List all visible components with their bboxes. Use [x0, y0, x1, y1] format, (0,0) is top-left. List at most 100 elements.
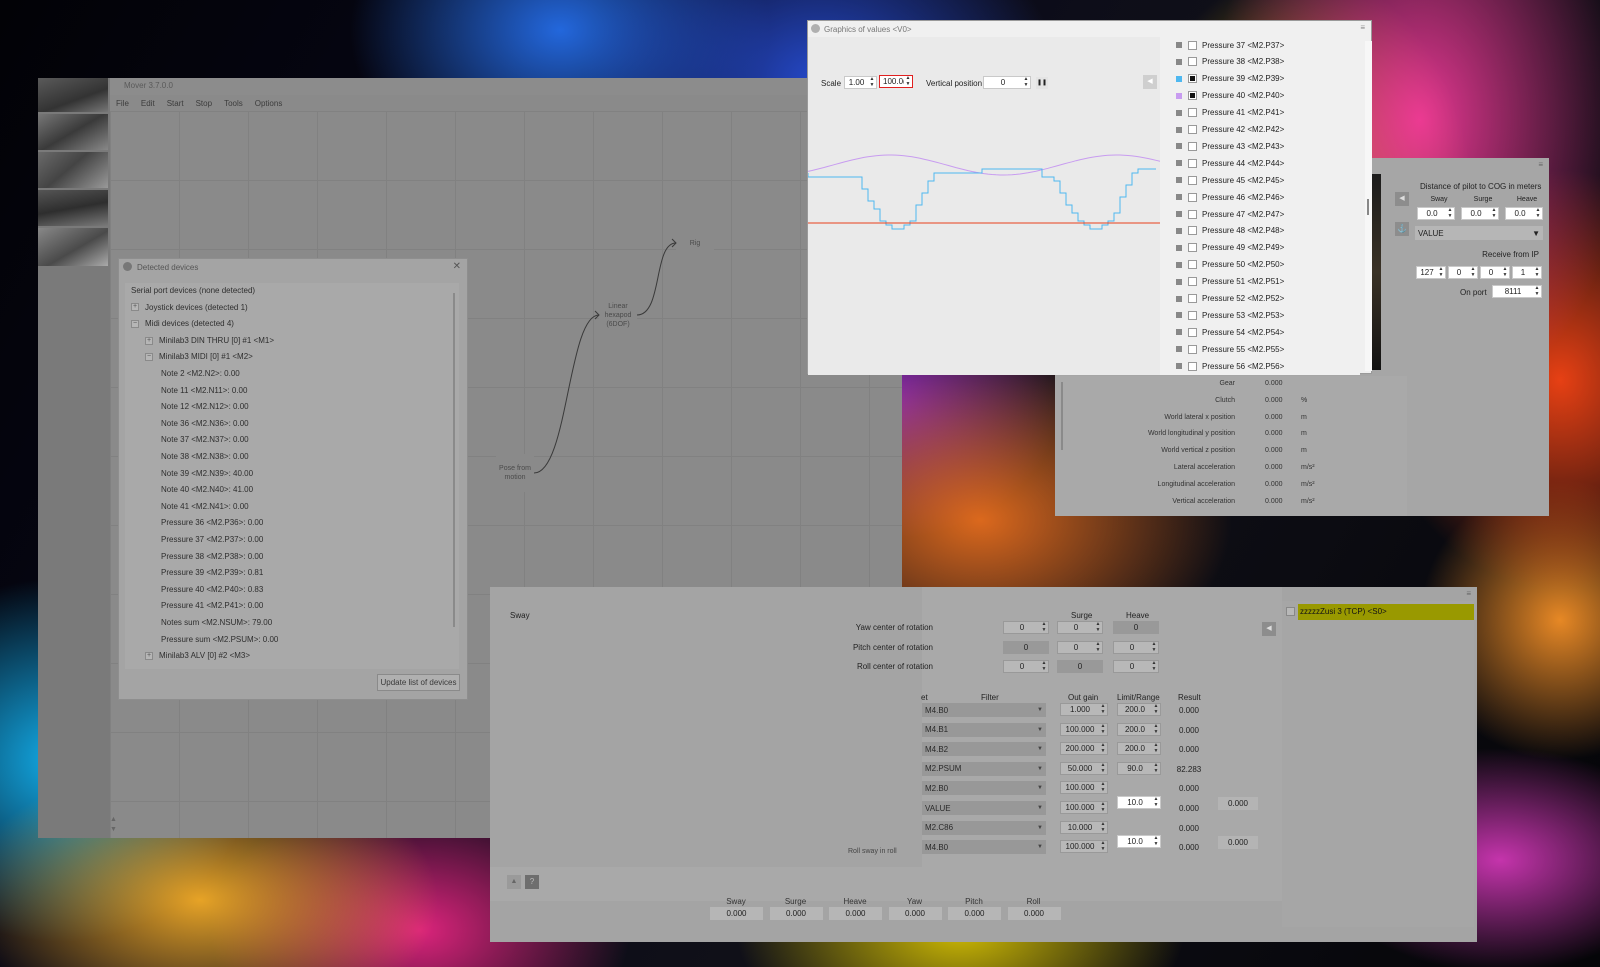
filter-source-combo[interactable]: VALUE ▼	[922, 801, 1046, 815]
output-item[interactable]: zzzzzZusi 3 (TCP) <S0>	[1298, 604, 1474, 620]
tree-item[interactable]: − Minilab3 MIDI [0] #1 <M2>	[145, 349, 253, 365]
tree-item[interactable]: + Minilab3 DIN THRU [0] #1 <M1>	[145, 333, 274, 349]
port-stepper[interactable]: 8111 ▲ ▼	[1492, 285, 1542, 298]
menu-options[interactable]: Options	[255, 99, 283, 108]
legend-checkbox[interactable]	[1188, 310, 1197, 320]
tree-item[interactable]: Pressure 41 <M2.P41>: 0.00	[159, 598, 263, 614]
tree-item[interactable]: Pressure 36 <M2.P36>: 0.00	[159, 515, 263, 531]
legend-checkbox[interactable]	[1188, 361, 1197, 371]
legend-checkbox[interactable]	[1188, 74, 1197, 84]
tree-item[interactable]: Pressure sum <M2.PSUM>: 0.00	[159, 632, 278, 648]
ip-octet-1[interactable]: 127 ▲ ▼	[1416, 266, 1446, 279]
legend-checkbox[interactable]	[1188, 327, 1197, 337]
legend-item[interactable]: Pressure 39 <M2.P39>	[1176, 71, 1284, 87]
legend-item[interactable]: Pressure 47 <M2.P47>	[1176, 206, 1284, 222]
legend-checkbox[interactable]	[1188, 260, 1197, 270]
out-gain-stepper[interactable]: 200.000 ▲ ▼	[1060, 742, 1108, 756]
limit-stepper[interactable]: 90.0 ▲ ▼	[1117, 761, 1161, 775]
device-tree[interactable]: Serial port devices (none detected) + Joys…	[125, 283, 459, 669]
scroll-thumb[interactable]	[1367, 199, 1369, 215]
rotation-surge-stepper[interactable]: 0 ▲ ▼	[1057, 640, 1103, 654]
anchor-icon[interactable]: ⚓	[1395, 222, 1409, 236]
rotation-heave-stepper[interactable]: 0 ▲ ▼	[1113, 660, 1159, 673]
tree-scrollbar[interactable]	[453, 293, 455, 627]
merged-limit-2[interactable]: 10.0 ▲ ▼	[1117, 835, 1161, 848]
legend-checkbox[interactable]	[1188, 209, 1197, 219]
tree-item[interactable]: Pressure 37 <M2.P37>: 0.00	[159, 532, 263, 548]
limit-stepper[interactable]: 200.0 ▲ ▼	[1117, 703, 1161, 716]
pause-icon[interactable]: ❚❚	[1036, 77, 1048, 89]
tree-item[interactable]: + Joystick devices (detected 1)	[131, 300, 248, 316]
tree-item[interactable]: Pressure 40 <M2.P40>: 0.83	[159, 582, 263, 598]
tree-item[interactable]: − Midi devices (detected 4)	[131, 316, 234, 332]
legend-checkbox[interactable]	[1188, 40, 1197, 50]
legend-checkbox[interactable]	[1188, 108, 1197, 118]
tree-item[interactable]: Note 38 <M2.N38>: 0.00	[159, 449, 249, 465]
rotation-surge-stepper[interactable]: 0 ▲ ▼	[1057, 621, 1103, 634]
legend-item[interactable]: Pressure 44 <M2.P44>	[1176, 155, 1284, 171]
filter-source-combo[interactable]: M4.B0 ▼	[922, 840, 1046, 855]
collapse-icon[interactable]: −	[131, 320, 139, 329]
cog-heave-stepper[interactable]: 0.0 ▲ ▼	[1505, 207, 1543, 220]
filter-source-combo[interactable]: M2.C86 ▼	[922, 820, 1046, 835]
limit-stepper[interactable]: 200.0 ▲ ▼	[1117, 722, 1161, 736]
menu-icon[interactable]: ≡	[1360, 23, 1365, 32]
filter-source-combo[interactable]: M2.PSUM ▼	[922, 761, 1046, 776]
legend-checkbox[interactable]	[1188, 277, 1197, 287]
node-pose-from-motion[interactable]: Pose from motion	[496, 454, 534, 492]
out-gain-stepper[interactable]: 100.000 ▲ ▼	[1060, 781, 1108, 795]
scale-max-stepper[interactable]: 100.0(▲ ▼	[879, 75, 913, 88]
legend-item[interactable]: Pressure 38 <M2.P38>	[1176, 54, 1284, 70]
menu-tools[interactable]: Tools	[224, 99, 243, 108]
tree-item[interactable]: Note 37 <M2.N37>: 0.00	[159, 432, 249, 448]
collapse-arrow-icon[interactable]: ◀	[1262, 622, 1276, 636]
ip-octet-2[interactable]: 0 ▲ ▼	[1448, 266, 1478, 279]
close-icon[interactable]: ✕	[453, 261, 461, 272]
game-thumb-2[interactable]	[38, 114, 108, 150]
legend-item[interactable]: Pressure 50 <M2.P50>	[1176, 257, 1284, 273]
legend-checkbox[interactable]	[1188, 243, 1197, 253]
tree-item[interactable]: Serial port devices (none detected)	[131, 283, 255, 299]
legend-checkbox[interactable]	[1188, 125, 1197, 134]
tree-item[interactable]: Note 40 <M2.N40>: 41.00	[159, 482, 253, 498]
game-thumb-4[interactable]	[38, 190, 108, 226]
legend-checkbox[interactable]	[1188, 175, 1197, 185]
tree-item[interactable]: Note 12 <M2.N12>: 0.00	[159, 399, 249, 415]
filter-source-combo[interactable]: M2.B0 ▼	[922, 781, 1046, 796]
legend-checkbox[interactable]	[1188, 192, 1197, 202]
legend-checkbox[interactable]	[1188, 91, 1197, 101]
out-gain-stepper[interactable]: 50.000 ▲ ▼	[1060, 761, 1108, 775]
legend-checkbox[interactable]	[1188, 158, 1197, 168]
out-gain-stepper[interactable]: 1.000 ▲ ▼	[1060, 703, 1108, 716]
tree-item[interactable]: Note 36 <M2.N36>: 0.00	[159, 416, 249, 432]
legend-item[interactable]: Pressure 46 <M2.P46>	[1176, 189, 1284, 205]
legend-item[interactable]: Pressure 54 <M2.P54>	[1176, 324, 1284, 340]
legend-item[interactable]: Pressure 53 <M2.P53>	[1176, 307, 1284, 323]
game-thumb-5[interactable]	[38, 228, 108, 266]
tree-item[interactable]: Note 41 <M2.N41>: 0.00	[159, 499, 249, 515]
legend-item[interactable]: Pressure 55 <M2.P55>	[1176, 341, 1284, 357]
filter-source-combo[interactable]: M4.B0 ▼	[922, 703, 1046, 717]
menu-start[interactable]: Start	[167, 99, 184, 108]
source-combo[interactable]: VALUE ▼	[1415, 226, 1543, 240]
node-rig[interactable]: Rig	[676, 224, 714, 262]
filter-source-combo[interactable]: M4.B1 ▼	[922, 722, 1046, 737]
menu-edit[interactable]: Edit	[141, 99, 155, 108]
tree-item[interactable]: Note 2 <M2.N2>: 0.00	[159, 366, 240, 382]
menu-stop[interactable]: Stop	[196, 99, 212, 108]
ip-octet-3[interactable]: 0 ▲ ▼	[1480, 266, 1510, 279]
tree-item[interactable]: + Minilab3 ALV [0] #2 <M3>	[145, 648, 250, 664]
legend-item[interactable]: Pressure 48 <M2.P48>	[1176, 223, 1284, 239]
node-linear-hexapod[interactable]: Linear hexapod (6DOF)	[599, 296, 637, 334]
up-button[interactable]: ▲	[507, 875, 521, 889]
output-checkbox[interactable]	[1286, 607, 1295, 616]
collapse-arrow-icon[interactable]: ◀	[1395, 192, 1409, 206]
legend-item[interactable]: Pressure 45 <M2.P45>	[1176, 172, 1284, 188]
legend-item[interactable]: Pressure 40 <M2.P40>	[1176, 88, 1284, 104]
help-button[interactable]: ?	[525, 875, 539, 889]
legend-scrollbar[interactable]	[1365, 41, 1372, 371]
ip-octet-4[interactable]: 1 ▲ ▼	[1512, 266, 1542, 279]
collapse-icon[interactable]: −	[145, 353, 153, 362]
rotation-sway-stepper[interactable]: 0 ▲ ▼	[1003, 660, 1049, 673]
expand-icon[interactable]: +	[145, 336, 153, 345]
